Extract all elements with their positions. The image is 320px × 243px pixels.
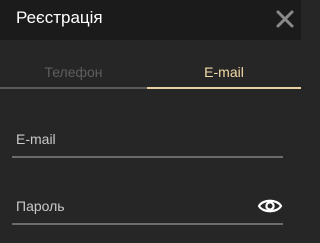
email-field-container [12, 126, 283, 158]
dialog-title: Реєстрація [16, 8, 103, 27]
tab-email[interactable]: E-mail [147, 40, 301, 89]
registration-dialog: Реєстрація Телефон E-mail [0, 0, 301, 243]
password-input[interactable] [16, 195, 246, 217]
close-icon[interactable] [275, 9, 295, 29]
tab-phone[interactable]: Телефон [0, 40, 147, 89]
eye-icon[interactable] [257, 193, 283, 219]
tab-bar: Телефон E-mail [0, 40, 301, 90]
password-field-container [12, 193, 283, 225]
dialog-header: Реєстрація [0, 0, 301, 40]
email-input[interactable] [16, 128, 246, 150]
